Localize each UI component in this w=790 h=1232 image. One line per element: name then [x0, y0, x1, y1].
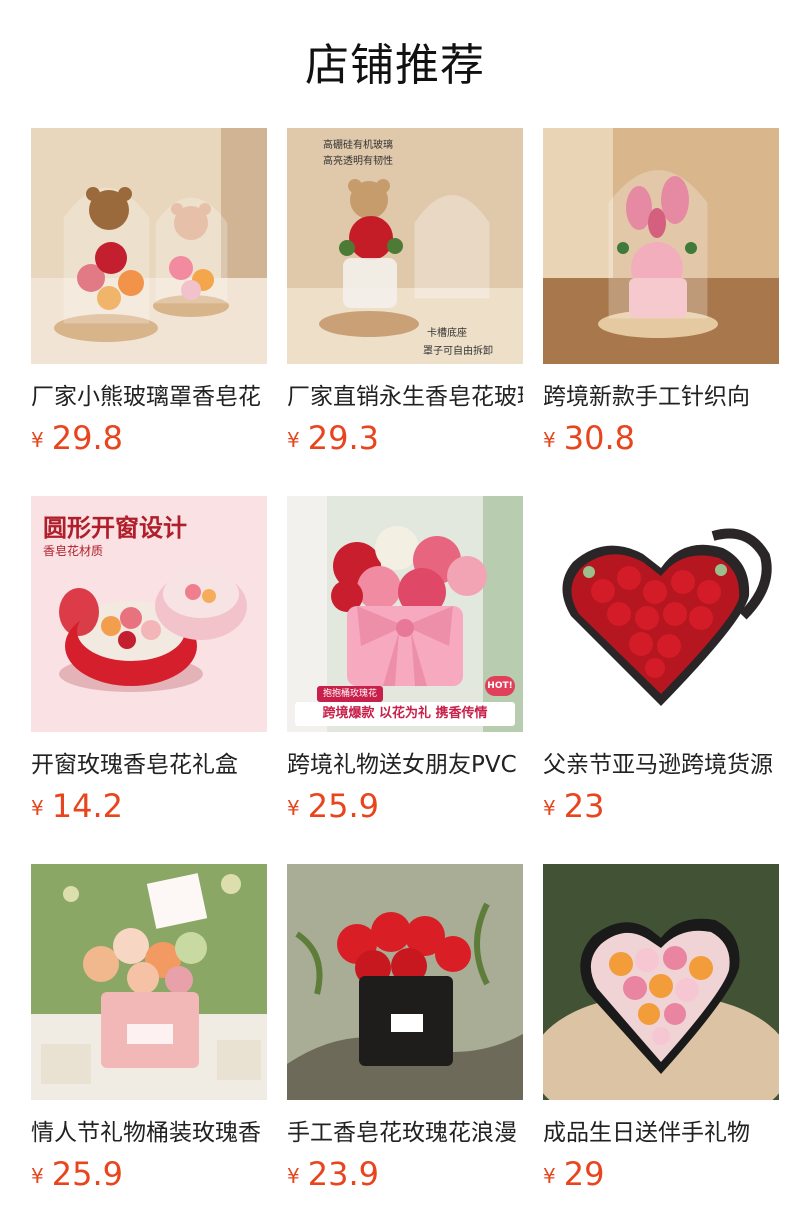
price-value: 23 — [563, 787, 605, 825]
hot-badge: HOT! — [485, 676, 515, 696]
product-card[interactable]: 厂家小熊玻璃罩香皂花 ¥29.8 — [31, 128, 267, 468]
currency-symbol: ¥ — [287, 796, 300, 820]
price-value: 30.8 — [563, 419, 635, 457]
currency-symbol: ¥ — [543, 1164, 556, 1188]
price-value: 25.9 — [307, 787, 379, 825]
product-card[interactable]: 抱抱桶玫瑰花 HOT! 跨境爆款 以花为礼 携香传情 跨境礼物送女朋友PVC ¥… — [287, 496, 523, 836]
heart-box-red-roses-icon — [543, 496, 779, 732]
product-name[interactable]: 父亲节亚马逊跨境货源 — [543, 748, 779, 782]
product-card[interactable]: 圆形开窗设计 香皂花材质 开窗玫瑰香皂花礼盒 ¥14.2 — [31, 496, 267, 836]
price-value: 23.9 — [307, 1155, 379, 1193]
product-image[interactable]: 圆形开窗设计 香皂花材质 — [31, 496, 267, 732]
product-price: ¥23 — [543, 784, 604, 828]
price-value: 14.2 — [51, 787, 123, 825]
product-card[interactable]: 高硼硅有机玻璃 高亮透明有韧性 卡槽底座 罩子可自由拆卸 厂家直销永生香皂花玻璃… — [287, 128, 523, 468]
product-image[interactable] — [543, 496, 779, 732]
product-name[interactable]: 手工香皂花玫瑰花浪漫 — [287, 1116, 523, 1150]
heart-box-pastel-roses-icon — [543, 864, 779, 1100]
product-name[interactable]: 跨境礼物送女朋友PVC — [287, 748, 523, 782]
currency-symbol: ¥ — [287, 428, 300, 452]
currency-symbol: ¥ — [543, 428, 556, 452]
product-card[interactable]: 手工香皂花玫瑰花浪漫 ¥23.9 — [287, 864, 523, 1204]
product-card[interactable]: 情人节礼物桶装玫瑰香 ¥25.9 — [31, 864, 267, 1204]
currency-symbol: ¥ — [31, 428, 44, 452]
pink-bucket-pastel-flowers-icon — [31, 864, 267, 1100]
image-tag: 抱抱桶玫瑰花 — [317, 686, 384, 702]
product-price: ¥30.8 — [543, 416, 635, 460]
price-value: 25.9 — [51, 1155, 123, 1193]
image-caption: 卡槽底座 — [427, 328, 467, 339]
product-image[interactable] — [31, 128, 267, 364]
image-caption: 高亮透明有韧性 — [323, 156, 393, 167]
product-image[interactable] — [287, 864, 523, 1100]
price-value: 29.8 — [51, 419, 123, 457]
product-image[interactable] — [543, 864, 779, 1100]
product-price: ¥23.9 — [287, 1152, 379, 1196]
currency-symbol: ¥ — [543, 796, 556, 820]
currency-symbol: ¥ — [31, 1164, 44, 1188]
product-name[interactable]: 跨境新款手工针织向 — [543, 380, 779, 414]
product-image[interactable]: 高硼硅有机玻璃 高亮透明有韧性 卡槽底座 罩子可自由拆卸 — [287, 128, 523, 364]
product-price: ¥25.9 — [31, 1152, 123, 1196]
price-value: 29.3 — [307, 419, 379, 457]
product-name[interactable]: 情人节礼物桶装玫瑰香 — [31, 1116, 267, 1150]
image-headline: 圆形开窗设计 — [43, 514, 187, 542]
currency-symbol: ¥ — [31, 796, 44, 820]
teddy-bears-glass-dome-icon — [31, 128, 267, 364]
product-image[interactable] — [31, 864, 267, 1100]
product-card[interactable]: 成品生日送伴手礼物 ¥29 — [543, 864, 779, 1204]
product-card[interactable]: 父亲节亚马逊跨境货源 ¥23 — [543, 496, 779, 836]
currency-symbol: ¥ — [287, 1164, 300, 1188]
product-price: ¥25.9 — [287, 784, 379, 828]
image-caption: 香皂花材质 — [43, 544, 104, 558]
product-card[interactable]: 跨境新款手工针织向 ¥30.8 — [543, 128, 779, 468]
product-name[interactable]: 厂家小熊玻璃罩香皂花 — [31, 380, 267, 414]
image-banner: 跨境爆款 以花为礼 携香传情 — [295, 702, 515, 726]
black-box-red-roses-icon — [287, 864, 523, 1100]
section-title: 店铺推荐 — [305, 40, 485, 91]
product-name[interactable]: 开窗玫瑰香皂花礼盒 — [31, 748, 267, 782]
image-caption: 罩子可自由拆卸 — [423, 346, 493, 357]
product-price: ¥14.2 — [31, 784, 123, 828]
image-caption: 高硼硅有机玻璃 — [323, 140, 393, 151]
price-value: 29 — [563, 1155, 605, 1193]
product-price: ¥29.8 — [31, 416, 123, 460]
product-price: ¥29.3 — [287, 416, 379, 460]
product-image[interactable] — [543, 128, 779, 364]
product-name[interactable]: 厂家直销永生香皂花玻璃罩 — [287, 380, 523, 414]
product-image[interactable]: 抱抱桶玫瑰花 HOT! 跨境爆款 以花为礼 携香传情 — [287, 496, 523, 732]
product-price: ¥29 — [543, 1152, 604, 1196]
product-name[interactable]: 成品生日送伴手礼物 — [543, 1116, 779, 1150]
knitted-tulips-icon — [543, 128, 779, 364]
